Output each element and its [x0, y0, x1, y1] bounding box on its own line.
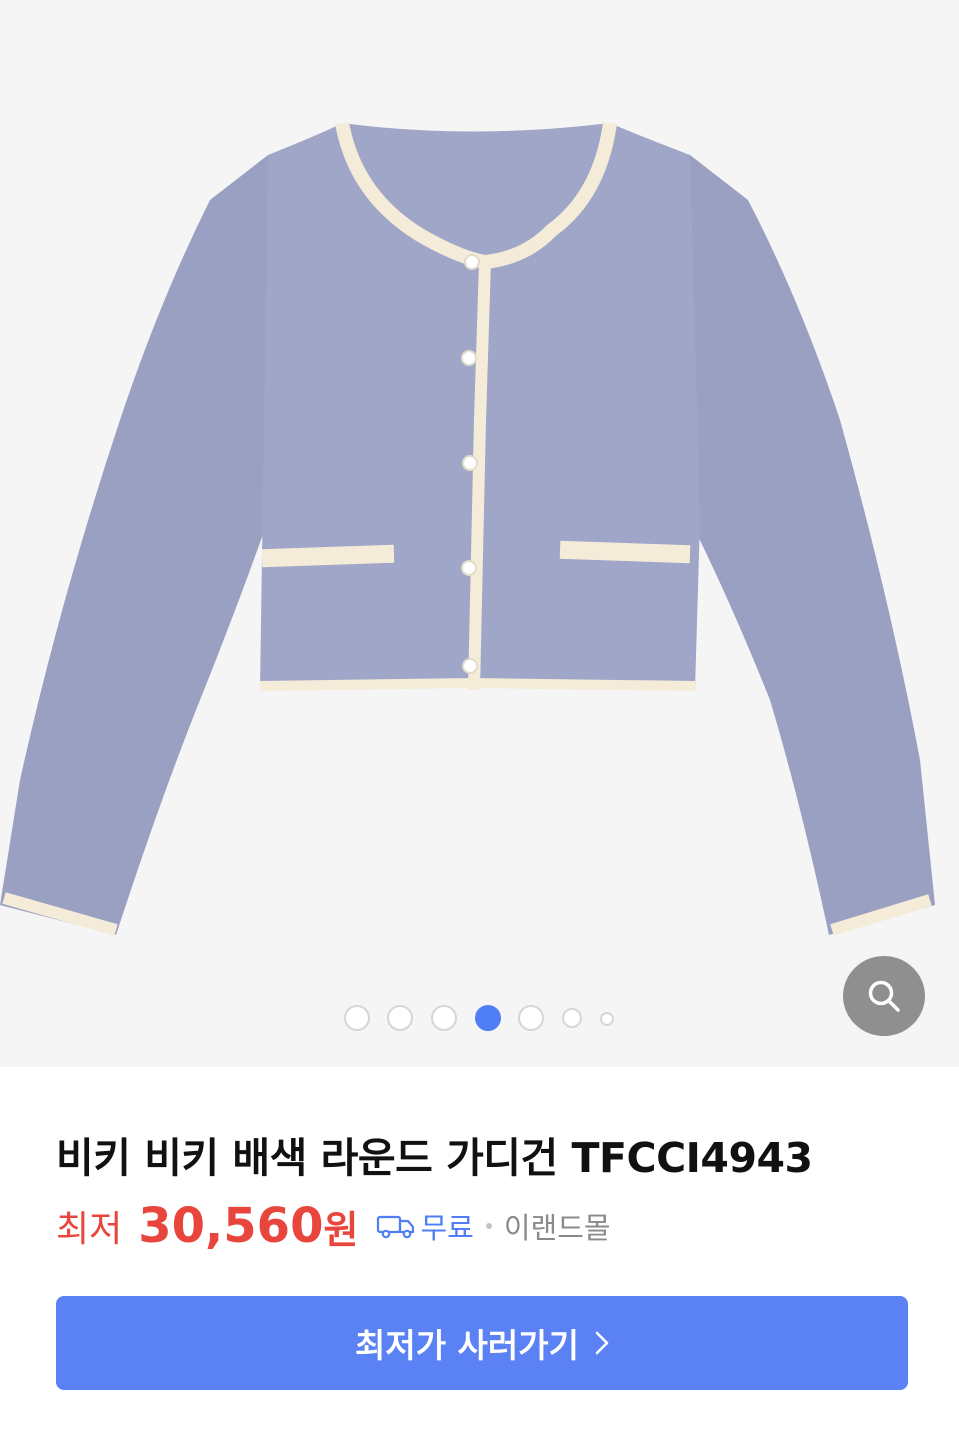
shipping-text: 무료	[420, 1211, 474, 1245]
price-value: 30,560	[138, 1198, 324, 1254]
carousel-dot[interactable]	[431, 1005, 457, 1031]
price-label: 최저	[56, 1209, 123, 1250]
chevron-right-icon	[595, 1331, 609, 1355]
carousel-dot[interactable]	[387, 1005, 413, 1031]
carousel-dot[interactable]	[562, 1008, 582, 1028]
buy-lowest-price-button[interactable]: 최저가 사러가기	[56, 1296, 908, 1390]
seller-name[interactable]: 이랜드몰	[504, 1205, 611, 1247]
carousel-indicator	[0, 1002, 959, 1034]
search-icon	[868, 980, 900, 1012]
price-unit: 원	[323, 1207, 359, 1252]
carousel-dot[interactable]	[344, 1005, 370, 1031]
carousel-dot[interactable]	[600, 1012, 614, 1026]
buy-button-label: 최저가 사러가기	[354, 1326, 579, 1365]
carousel-dot[interactable]	[518, 1005, 544, 1031]
price-row: 최저 30,560 원 무료 이랜드몰	[56, 1196, 611, 1256]
product-image-carousel[interactable]	[0, 0, 959, 1067]
product-title: 비키 비키 배색 라운드 가디건 TFCCI4943	[56, 1134, 813, 1182]
zoom-button[interactable]	[843, 956, 925, 1036]
separator-dot	[485, 1223, 492, 1229]
delivery-truck-icon	[377, 1215, 415, 1239]
carousel-dot-active[interactable]	[475, 1005, 501, 1031]
product-image	[0, 121, 935, 936]
